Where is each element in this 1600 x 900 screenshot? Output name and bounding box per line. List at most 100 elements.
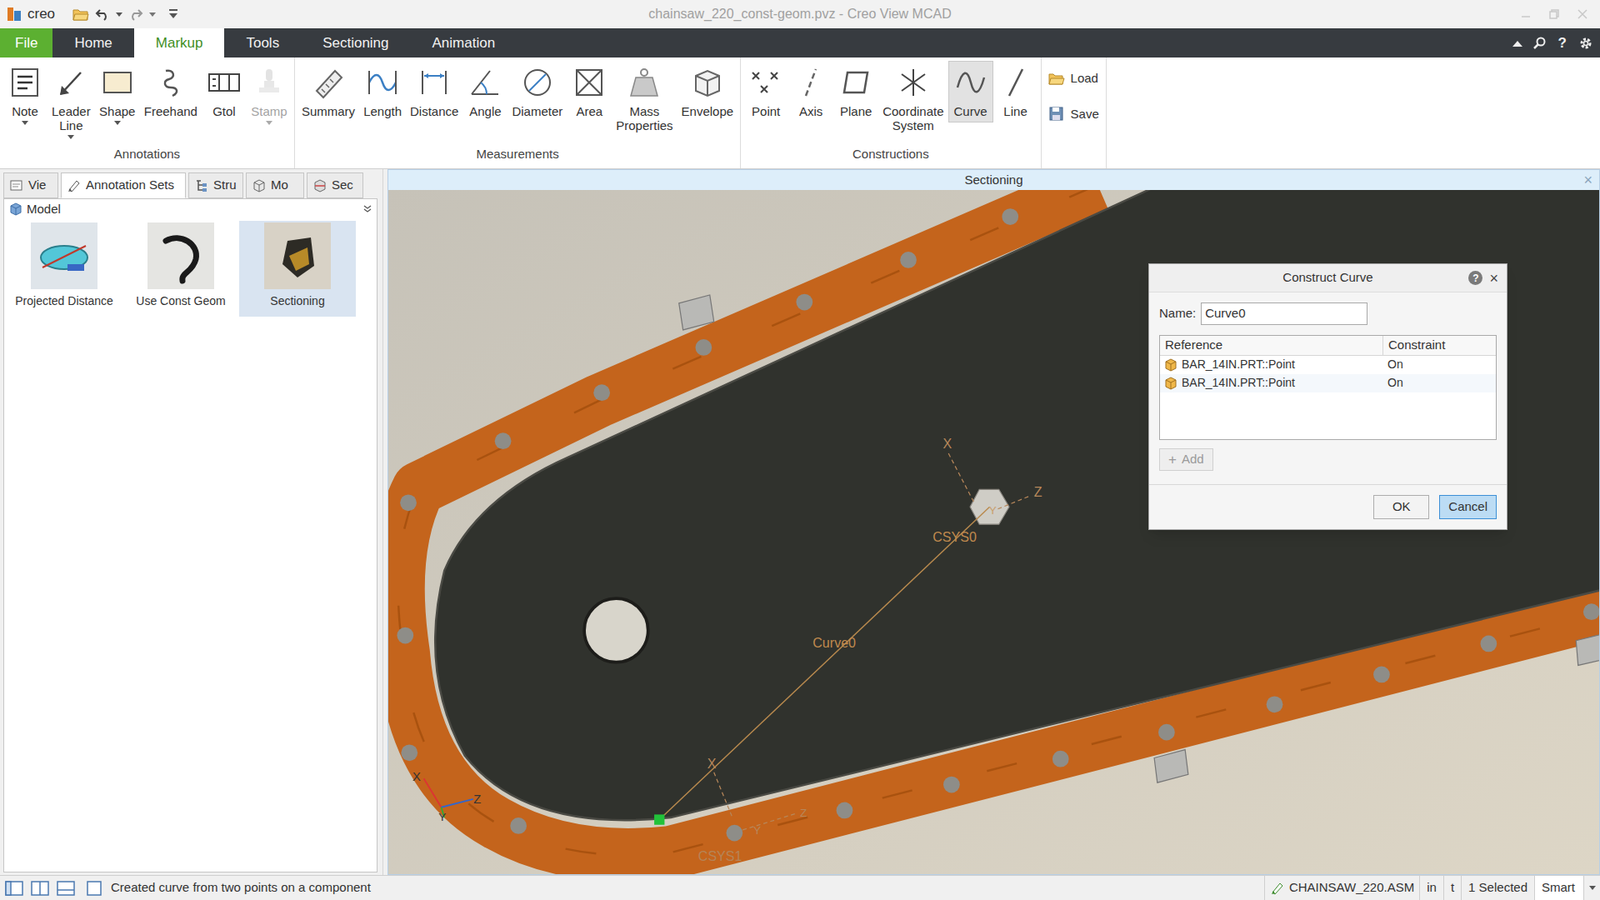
panel-tab[interactable]: Vie (3, 172, 59, 199)
undo-dropdown-button[interactable] (115, 12, 123, 17)
panel-tab-label: Annotation Sets (85, 175, 175, 195)
ribbon-button[interactable]: Shape (95, 60, 140, 130)
gtol-icon (207, 65, 241, 100)
active-model[interactable]: CHAINSAW_220.ASM (1264, 875, 1420, 900)
ribbon-button[interactable]: Area (566, 60, 612, 123)
ribbon-tab[interactable]: Animation (410, 28, 518, 58)
dialog-button[interactable]: OK (1373, 495, 1430, 520)
search-button[interactable] (1533, 36, 1547, 50)
reference-table: ReferenceConstraintBAR_14IN.PRT::Point On… (1159, 335, 1497, 440)
name-field[interactable]: Curve0 (1200, 302, 1368, 325)
column-header[interactable]: Constraint (1383, 335, 1496, 355)
split-layout-button[interactable] (30, 880, 50, 896)
table-cell: On (1383, 374, 1496, 393)
minimize-button[interactable] (1520, 8, 1532, 20)
restore-button[interactable] (1548, 8, 1560, 20)
split-layout-icon (30, 880, 50, 896)
scene[interactable]: XZYCSYS0Curve0XYZCSYS1XYZConstruct Curve… (388, 190, 1600, 875)
cell-text: BAR_14IN.PRT::Point (1181, 374, 1295, 392)
ribbon-button[interactable]: Curve (948, 60, 994, 123)
ribbon-button[interactable]: Mass Properties (611, 60, 677, 137)
help-button[interactable]: ? (1556, 32, 1569, 55)
ribbon-group-label: Constructions (743, 143, 1038, 170)
ribbon-button[interactable]: Freehand (140, 60, 202, 123)
panel-tab[interactable]: Mo (245, 172, 305, 199)
annotation-set-list: Projected DistanceUse Const GeomSectioni… (4, 219, 377, 317)
collapse-ribbon-button[interactable] (1511, 39, 1524, 48)
customize-toolbar-button[interactable] (168, 8, 179, 20)
add-icon: + (1168, 452, 1177, 467)
annotation-set-item[interactable]: Use Const Geom (122, 220, 240, 317)
annotation-set-item[interactable]: Sectioning (239, 220, 356, 317)
message-log-button[interactable] (85, 880, 103, 897)
viewport-header: Sectioning× (388, 170, 1600, 190)
open-folder-button[interactable] (72, 6, 90, 22)
file-menu[interactable]: File (0, 28, 53, 58)
ribbon-button[interactable]: Note (2, 60, 48, 130)
views-icon (9, 178, 25, 194)
ribbon-button[interactable]: Summary (297, 60, 360, 123)
redo-dropdown-icon (149, 12, 156, 17)
units-indicator[interactable]: in (1419, 875, 1444, 900)
ribbon-button[interactable]: Leader Line (47, 60, 95, 144)
ribbon-tab[interactable]: Markup (134, 28, 225, 58)
close-window-button[interactable] (1576, 8, 1589, 20)
ribbon-button[interactable]: Diameter (507, 60, 567, 123)
panel-tab-label: Vie (28, 175, 46, 195)
ribbon-button[interactable]: Plane (833, 60, 879, 123)
ribbon-button[interactable]: Distance (405, 60, 463, 123)
annotation-set-item[interactable]: Projected Distance (5, 220, 123, 317)
plane-icon (839, 65, 873, 100)
envelope-box-icon (690, 65, 725, 100)
ribbon-button-label: Curve (954, 104, 988, 119)
ribbon-button[interactable]: Point (743, 60, 789, 123)
ribbon-button[interactable]: Angle (462, 60, 508, 123)
file-button-label: Load (1070, 69, 1099, 89)
file-button[interactable]: Save (1048, 105, 1100, 125)
ribbon-button[interactable]: Coordinate System (878, 60, 948, 137)
dialog-help-button[interactable]: ? (1468, 270, 1483, 285)
ribbon-button-label: Summary (301, 104, 355, 119)
dialog-button[interactable]: Cancel (1439, 495, 1497, 520)
ribbon-tab[interactable]: Home (52, 28, 134, 58)
dialog-close-button[interactable]: × (1489, 270, 1499, 286)
close-window-icon (1576, 8, 1589, 20)
shape-icon (100, 65, 135, 100)
ribbon-button[interactable]: Axis (788, 60, 834, 123)
stacked-layout-button[interactable] (56, 880, 75, 896)
column-header[interactable]: Reference (1160, 335, 1384, 355)
ribbon-button[interactable]: Length (359, 60, 406, 123)
panel-tab[interactable]: Annotation Sets (60, 172, 186, 199)
ribbon-button[interactable]: Envelope (677, 60, 739, 123)
redo-button[interactable] (128, 7, 144, 21)
ribbon-tab[interactable]: Tools (224, 28, 301, 58)
selection-filter[interactable]: Smart (1534, 875, 1600, 900)
panel-splitter[interactable] (377, 169, 388, 875)
scene-label: Y (989, 504, 997, 517)
panel-tab[interactable]: Stru (188, 172, 244, 199)
scene-label: Y (753, 824, 761, 837)
ribbon-group-buttons: Summary LengthDistanceAngleDiameterAreaMa… (297, 57, 738, 144)
ribbon-button-label: Point (751, 104, 780, 119)
close-viewport-button[interactable]: × (1583, 172, 1593, 188)
redo-dropdown-button[interactable] (149, 12, 156, 17)
model-selector[interactable]: Model (4, 199, 377, 220)
table-row[interactable]: BAR_14IN.PRT::PointOn (1160, 355, 1496, 375)
file-button-label: Save (1070, 105, 1100, 125)
stacked-layout-icon (56, 880, 75, 896)
ribbon-button[interactable]: Gtol (201, 60, 247, 123)
ribbon-button[interactable]: Line (993, 60, 1039, 123)
scene-label: X (412, 770, 421, 784)
settings-gear-button[interactable] (1578, 35, 1594, 51)
undo-button[interactable] (95, 7, 110, 21)
file-button[interactable]: Load (1048, 69, 1100, 89)
table-row[interactable]: BAR_14IN.PRT::Point On (1160, 374, 1496, 393)
distance-icon (417, 65, 451, 100)
scene-label: X (943, 435, 953, 451)
coordinate-system-icon (896, 65, 930, 100)
panel-tab[interactable]: Sec (306, 172, 364, 199)
ribbon-tab[interactable]: Sectioning (300, 28, 410, 58)
single-layout-button[interactable] (5, 880, 24, 896)
ribbon-group-label: Measurements (297, 143, 738, 170)
t-indicator[interactable]: t (1443, 875, 1461, 900)
